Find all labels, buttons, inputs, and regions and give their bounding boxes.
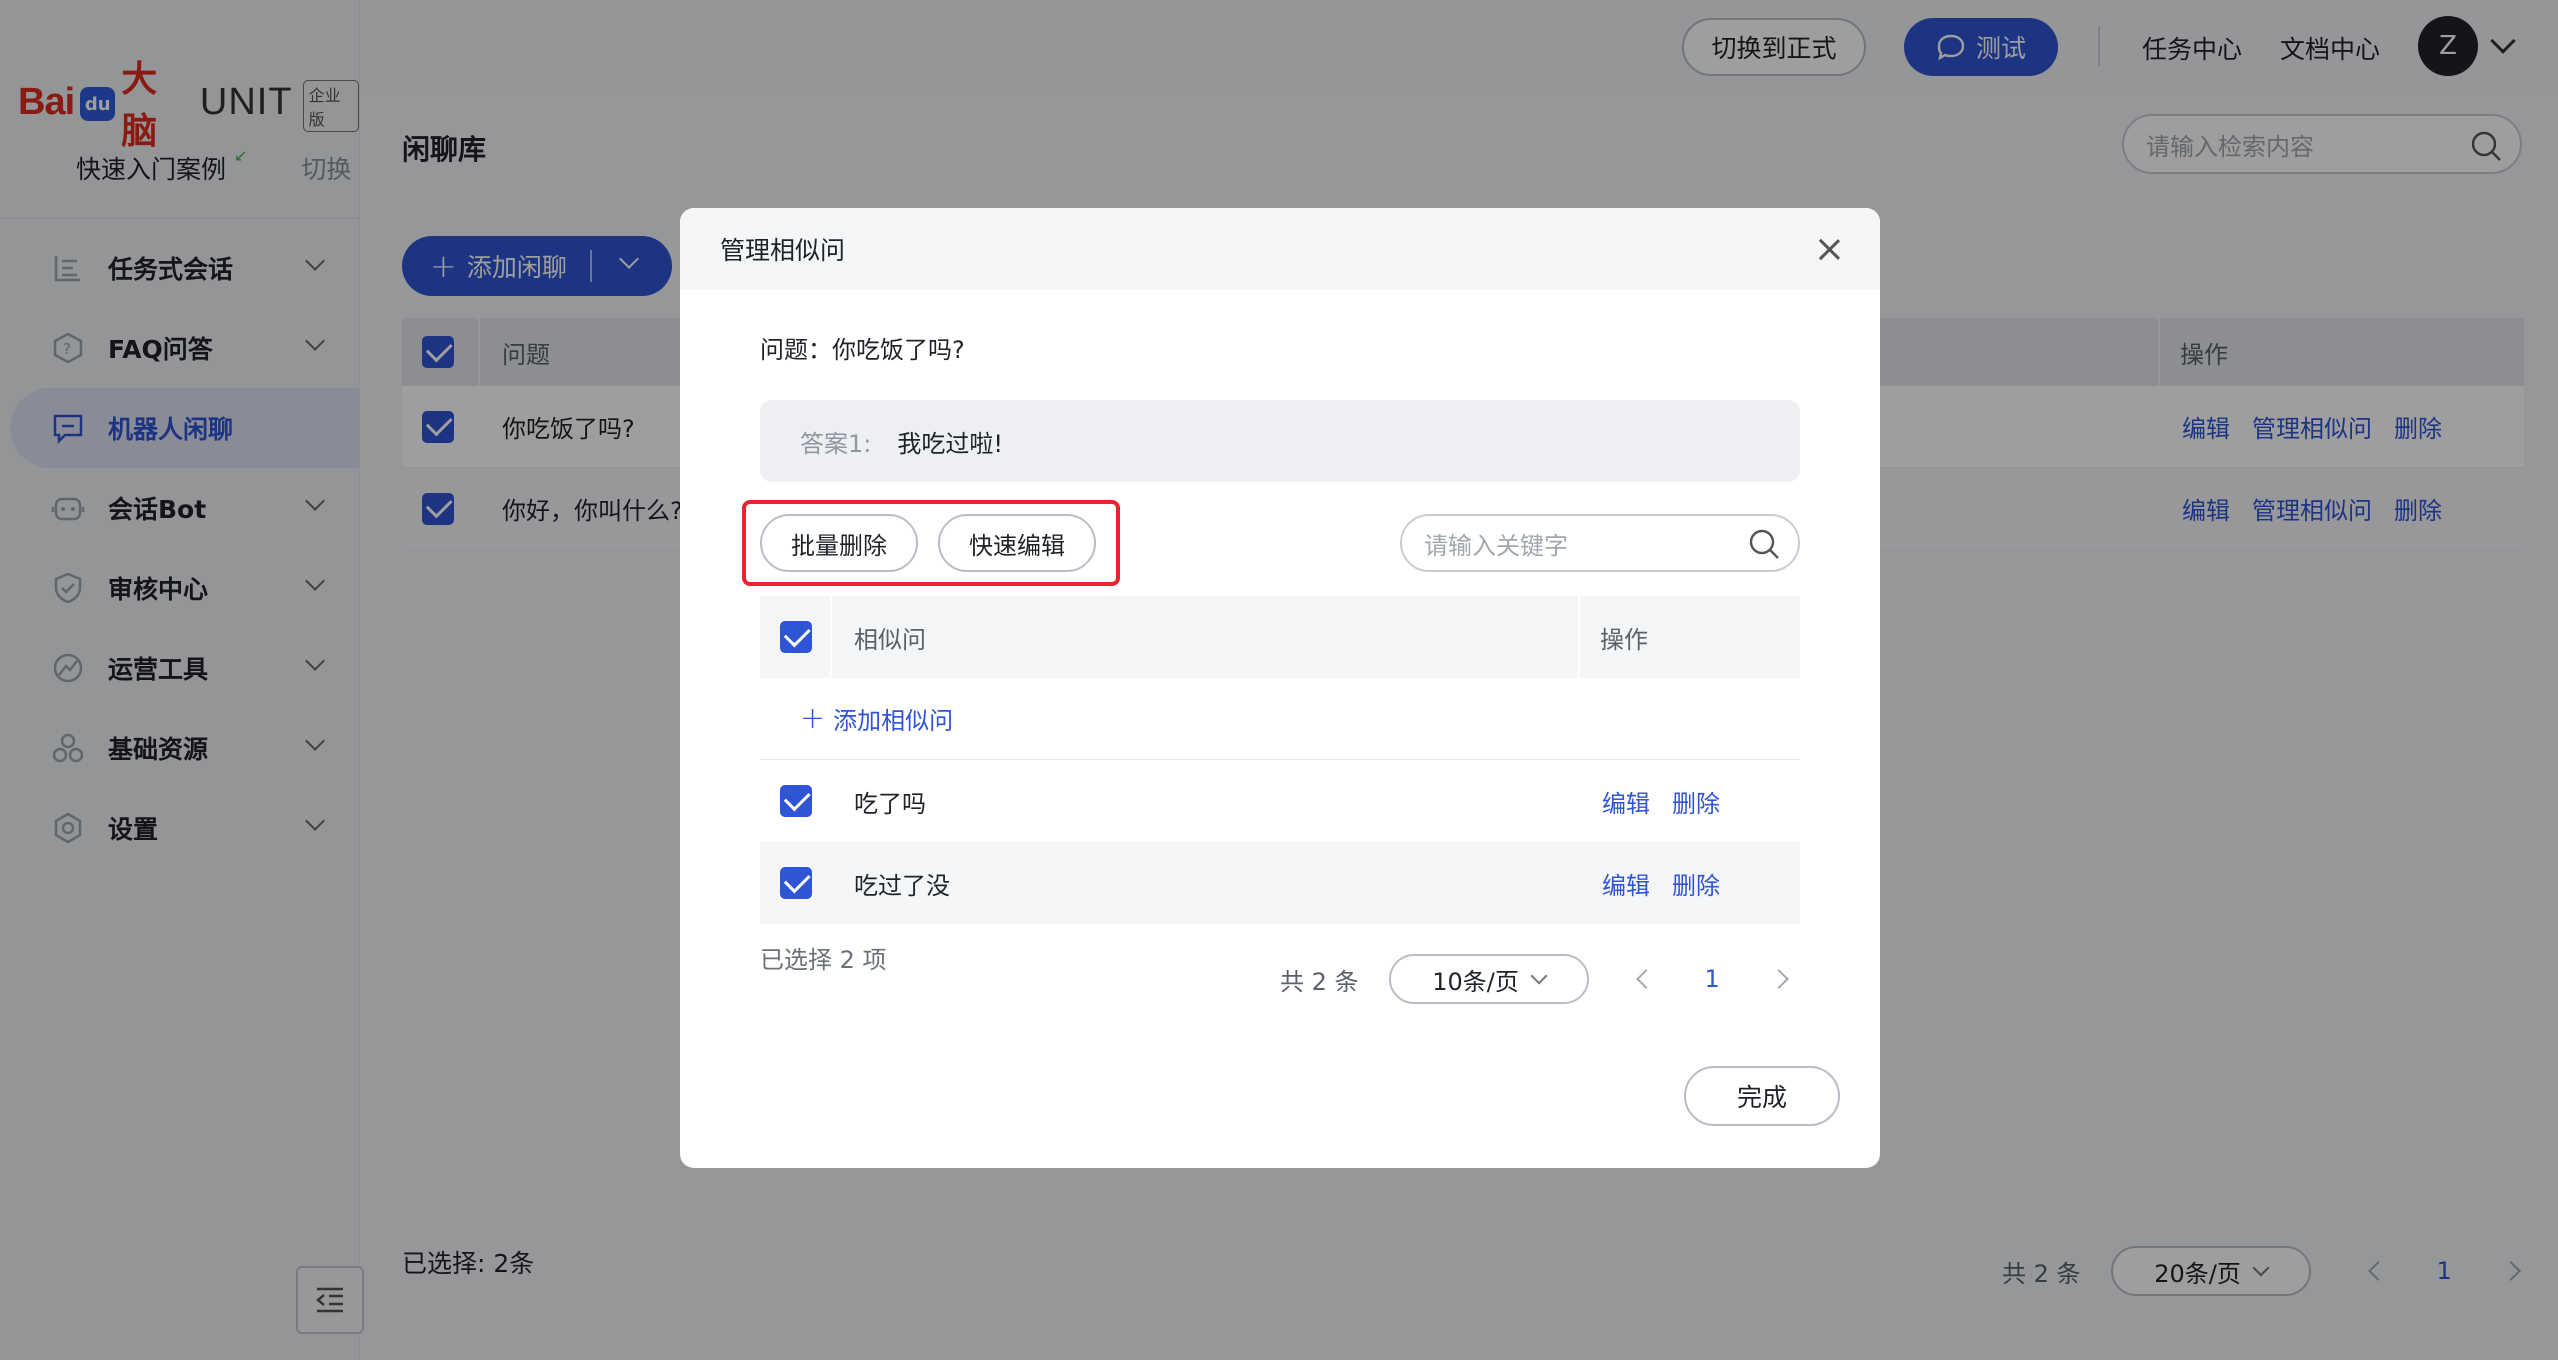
manage-similar-dialog: 管理相似问 问题：你吃饭了吗? 答案1: 我吃过啦! 批量删除 快速编辑 请输入… — [680, 208, 1880, 1168]
similar-row: 吃过了没 编辑 删除 — [760, 842, 1800, 924]
add-similar-label: 添加相似问 — [833, 707, 954, 735]
dialog-header: 管理相似问 — [680, 208, 1880, 290]
search-icon — [1749, 529, 1779, 559]
prev-page-icon[interactable] — [1635, 969, 1656, 989]
similar-table-header: 相似问 操作 — [760, 596, 1800, 678]
chevron-down-icon — [1530, 967, 1548, 985]
row-checkbox[interactable] — [780, 785, 812, 817]
row-checkbox[interactable] — [780, 867, 812, 899]
done-button[interactable]: 完成 — [1684, 1066, 1840, 1126]
delete-link[interactable]: 删除 — [1672, 784, 1720, 819]
close-icon[interactable] — [1818, 238, 1840, 260]
dialog-selected-count: 已选择 2 项 — [760, 946, 887, 974]
dialog-pagination: 共 2 条 10条/页 1 — [1280, 954, 1789, 1004]
plus-icon: + — [800, 701, 826, 736]
similar-text: 吃了吗 — [854, 789, 926, 818]
column-ops: 操作 — [1600, 625, 1648, 654]
select-all-checkbox[interactable] — [780, 621, 812, 653]
row-actions: 编辑 删除 — [1602, 784, 1720, 819]
pager-total: 共 2 条 — [1280, 967, 1359, 996]
answer-box: 答案1: 我吃过啦! — [760, 400, 1800, 482]
next-page-icon[interactable] — [1768, 969, 1789, 989]
answer-text: 我吃过啦! — [897, 429, 1003, 458]
answer-label: 答案1: — [800, 429, 872, 458]
column-divider — [830, 596, 832, 678]
column-divider — [1578, 596, 1580, 678]
dialog-question: 问题：你吃饭了吗? — [760, 336, 965, 364]
add-similar-button[interactable]: + 添加相似问 — [760, 678, 1800, 760]
row-actions: 编辑 删除 — [1602, 866, 1720, 901]
keyword-search-input[interactable]: 请输入关键字 — [1400, 514, 1800, 572]
dialog-title: 管理相似问 — [720, 236, 846, 265]
page-size-value: 10条/页 — [1432, 967, 1519, 996]
edit-link[interactable]: 编辑 — [1602, 784, 1650, 819]
quick-edit-button[interactable]: 快速编辑 — [938, 514, 1096, 572]
keyword-placeholder: 请输入关键字 — [1424, 531, 1568, 560]
similar-row: 吃了吗 编辑 删除 — [760, 760, 1800, 842]
page-size-select[interactable]: 10条/页 — [1388, 954, 1589, 1004]
similar-text: 吃过了没 — [854, 871, 950, 900]
edit-link[interactable]: 编辑 — [1602, 866, 1650, 901]
delete-link[interactable]: 删除 — [1672, 866, 1720, 901]
similar-table: 相似问 操作 + 添加相似问 吃了吗 编辑 删除 吃过了没 编辑 删除 — [760, 596, 1800, 924]
column-similar: 相似问 — [854, 625, 926, 654]
current-page[interactable]: 1 — [1705, 965, 1720, 993]
batch-delete-button[interactable]: 批量删除 — [760, 514, 918, 572]
